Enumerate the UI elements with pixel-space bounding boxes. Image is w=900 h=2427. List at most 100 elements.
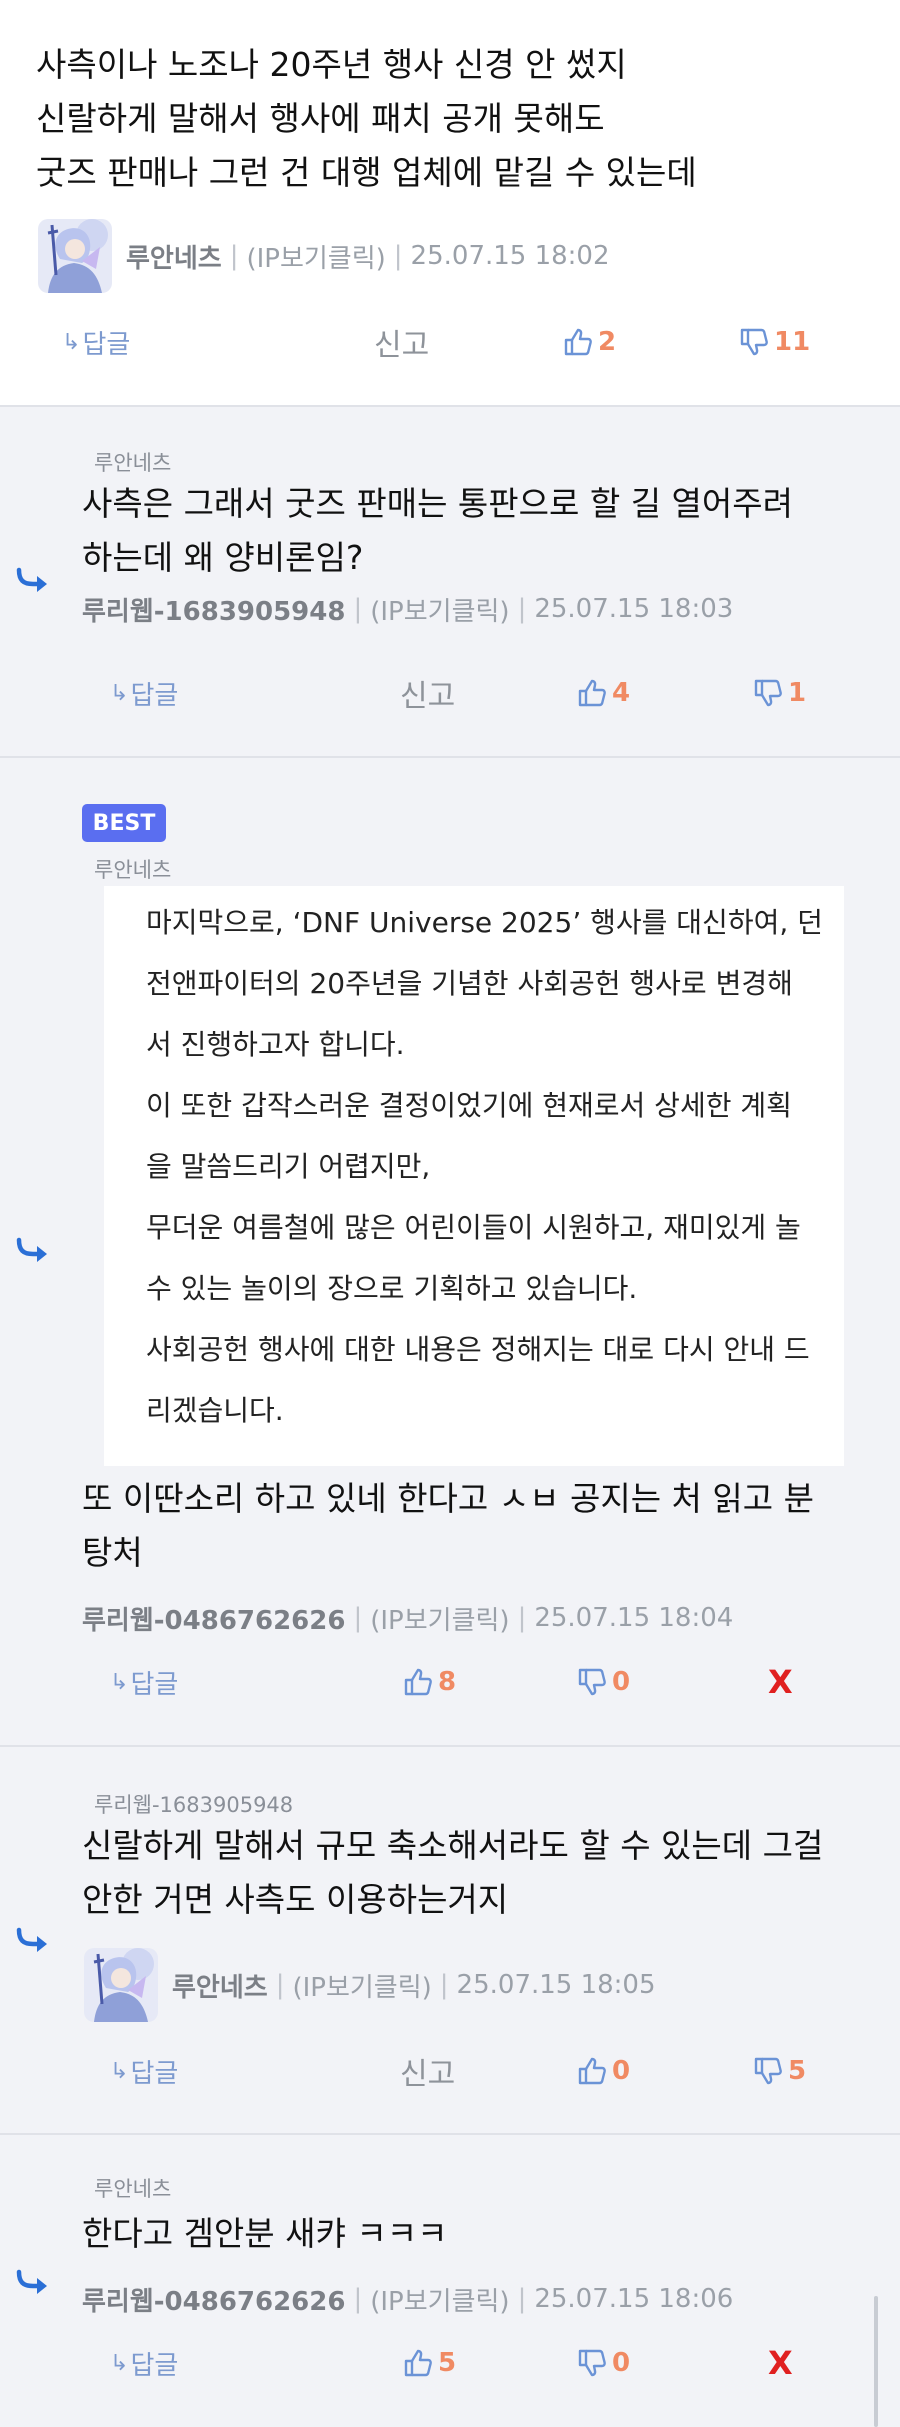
report-button[interactable]: 신고 (374, 320, 429, 364)
upvote-count: 4 (612, 678, 631, 708)
downvote-button[interactable]: 11 (738, 320, 810, 364)
ip-view-link[interactable]: (IP보기클릭) (246, 238, 385, 275)
notice-line: 수 있는 놀이의 장으로 기획하고 있습니다. (146, 1272, 638, 1305)
best-badge: BEST (82, 804, 166, 842)
comment-meta: 루리웹-0486762626 | (IP보기클릭) | 25.07.15 18:… (82, 1596, 733, 1640)
timestamp: 25.07.15 18:03 (534, 594, 734, 624)
notice-line: 사회공헌 행사에 대한 내용은 정해지는 대로 다시 안내 드 (146, 1333, 810, 1366)
upvote-count: 0 (612, 2056, 631, 2086)
downvote-button[interactable]: 5 (752, 2049, 806, 2093)
thumbs-up-icon (402, 1666, 434, 1698)
avatar[interactable] (38, 219, 112, 293)
notice-line: 이 또한 갑작스러운 결정이었기에 현재로서 상세한 계획 (146, 1089, 792, 1122)
downvote-button[interactable]: 1 (752, 671, 806, 715)
reply-button[interactable]: ↳ 답글 (62, 320, 130, 364)
notice-line: 을 말씀드리기 어렵지만, (146, 1150, 431, 1183)
quoted-notice-text: 마지막으로, ‘DNF Universe 2025’ 행사를 대신하여, 던 전… (146, 892, 826, 1441)
reply-arrow-icon (16, 2269, 50, 2295)
thumbs-down-icon (738, 326, 770, 358)
comment-meta: 루리웹-1683905948 | (IP보기클릭) | 25.07.15 18:… (82, 587, 733, 631)
author-name[interactable]: 루리웹-0486762626 (82, 2281, 345, 2318)
timestamp: 25.07.15 18:04 (534, 1603, 734, 1633)
comment-actions: ↳ 답글 5 0 X (0, 2341, 900, 2385)
upvote-count: 2 (598, 327, 617, 357)
downvote-count: 0 (612, 1667, 631, 1697)
reply-label: 답글 (130, 2058, 179, 2089)
reply-comment-item: 루리웹-1683905948 신랄하게 말해서 규모 축소해서라도 할 수 있는… (0, 1747, 900, 2133)
notice-line: 서 진행하고자 합니다. (146, 1028, 405, 1061)
comment-item: 사측이나 노조나 20주년 행사 신경 안 썼지 신랄하게 말해서 행사에 패치… (0, 0, 900, 406)
separator: | (517, 594, 527, 624)
comment-meta: 루안네츠 | (IP보기클릭) | 25.07.15 18:02 (38, 234, 610, 278)
parent-author: 루리웹-1683905948 (94, 1793, 294, 1817)
scrollbar[interactable] (874, 2296, 878, 2427)
separator: | (353, 594, 363, 624)
downvote-button[interactable]: 0 (576, 2341, 630, 2385)
report-button[interactable]: 신고 (400, 671, 455, 715)
separator: | (275, 1970, 285, 2000)
upvote-count: 8 (438, 1667, 457, 1697)
author-name[interactable]: 루안네츠 (172, 1967, 268, 2004)
return-arrow-icon: ↳ (62, 329, 81, 355)
thumbs-down-icon (576, 2347, 608, 2379)
return-arrow-icon: ↳ (110, 2058, 129, 2084)
timestamp: 25.07.15 18:05 (456, 1970, 656, 2000)
reply-comment-item: 루안네츠 한다고 겜안분 새캬 ㅋㅋㅋ 루리웹-0486762626 | (IP… (0, 2135, 900, 2427)
reply-button[interactable]: ↳ 답글 (110, 2049, 178, 2093)
ip-view-link[interactable]: (IP보기클릭) (292, 1967, 431, 2004)
return-arrow-icon: ↳ (110, 2350, 129, 2376)
downvote-count: 5 (788, 2056, 807, 2086)
downvote-button[interactable]: 0 (576, 1660, 630, 1704)
reply-arrow-icon (16, 1927, 50, 1953)
reply-label: 답글 (82, 329, 131, 360)
return-arrow-icon: ↳ (110, 680, 129, 706)
notice-line: 무더운 여름철에 많은 어린이들이 시원하고, 재미있게 놀 (146, 1211, 801, 1244)
comment-actions: ↳ 답글 8 0 X (0, 1660, 900, 1704)
separator: | (439, 1970, 449, 2000)
author-name[interactable]: 루리웹-1683905948 (82, 591, 345, 628)
comment-actions: ↳ 답글 신고 4 1 (0, 671, 900, 715)
comment-text: 사측이나 노조나 20주년 행사 신경 안 썼지 신랄하게 말해서 행사에 패치… (36, 45, 697, 192)
upvote-button[interactable]: 0 (576, 2049, 630, 2093)
ip-view-link[interactable]: (IP보기클릭) (370, 2281, 509, 2318)
upvote-button[interactable]: 2 (562, 320, 616, 364)
timestamp: 25.07.15 18:02 (410, 241, 610, 271)
reply-button[interactable]: ↳ 답글 (110, 671, 178, 715)
ip-view-link[interactable]: (IP보기클릭) (370, 591, 509, 628)
upvote-button[interactable]: 5 (402, 2341, 456, 2385)
comment-meta: 루리웹-0486762626 | (IP보기클릭) | 25.07.15 18:… (82, 2277, 733, 2321)
reply-comment-item: 루안네츠 사측은 그래서 굿즈 판매는 통판으로 할 길 열어주려 하는데 왜 … (0, 407, 900, 757)
comment-meta: 루안네츠 | (IP보기클릭) | 25.07.15 18:05 (84, 1963, 656, 2007)
upvote-button[interactable]: 4 (576, 671, 630, 715)
notice-line: 리겠습니다. (146, 1394, 284, 1427)
quoted-notice-image: 마지막으로, ‘DNF Universe 2025’ 행사를 대신하여, 던 전… (104, 886, 844, 1466)
best-reply-comment-item: BEST 루안네츠 마지막으로, ‘DNF Universe 2025’ 행사를… (0, 758, 900, 1745)
thumbs-up-icon (576, 677, 608, 709)
downvote-count: 0 (612, 2348, 631, 2378)
thumbs-down-icon (752, 2055, 784, 2087)
reply-button[interactable]: ↳ 답글 (110, 2341, 178, 2385)
reply-label: 답글 (130, 2350, 179, 2381)
separator: | (393, 241, 403, 271)
return-arrow-icon: ↳ (110, 1669, 129, 1695)
comment-actions: ↳ 답글 신고 2 11 (0, 320, 900, 364)
report-button[interactable]: 신고 (400, 2049, 455, 2093)
comment-text: 신랄하게 말해서 규모 축소해서라도 할 수 있는데 그걸 안한 거면 사측도 … (82, 1826, 824, 1919)
reply-arrow-icon (16, 567, 50, 593)
notice-line: 마지막으로, ‘DNF Universe 2025’ 행사를 대신하여, 던 (146, 906, 823, 939)
separator: | (517, 2284, 527, 2314)
author-name[interactable]: 루리웹-0486762626 (82, 1600, 345, 1637)
reply-button[interactable]: ↳ 답글 (110, 1660, 178, 1704)
avatar[interactable] (84, 1948, 158, 2022)
comment-text: 사측은 그래서 굿즈 판매는 통판으로 할 길 열어주려 하는데 왜 양비론임? (82, 484, 793, 577)
timestamp: 25.07.15 18:06 (534, 2284, 734, 2314)
comment-text: 한다고 겜안분 새캬 ㅋㅋㅋ (82, 2214, 448, 2253)
delete-button[interactable]: X (768, 1660, 793, 1704)
reply-arrow-icon (16, 1237, 50, 1263)
author-name[interactable]: 루안네츠 (126, 238, 222, 275)
thumbs-up-icon (562, 326, 594, 358)
upvote-button[interactable]: 8 (402, 1660, 456, 1704)
ip-view-link[interactable]: (IP보기클릭) (370, 1600, 509, 1637)
delete-button[interactable]: X (768, 2341, 793, 2385)
thumbs-up-icon (402, 2347, 434, 2379)
